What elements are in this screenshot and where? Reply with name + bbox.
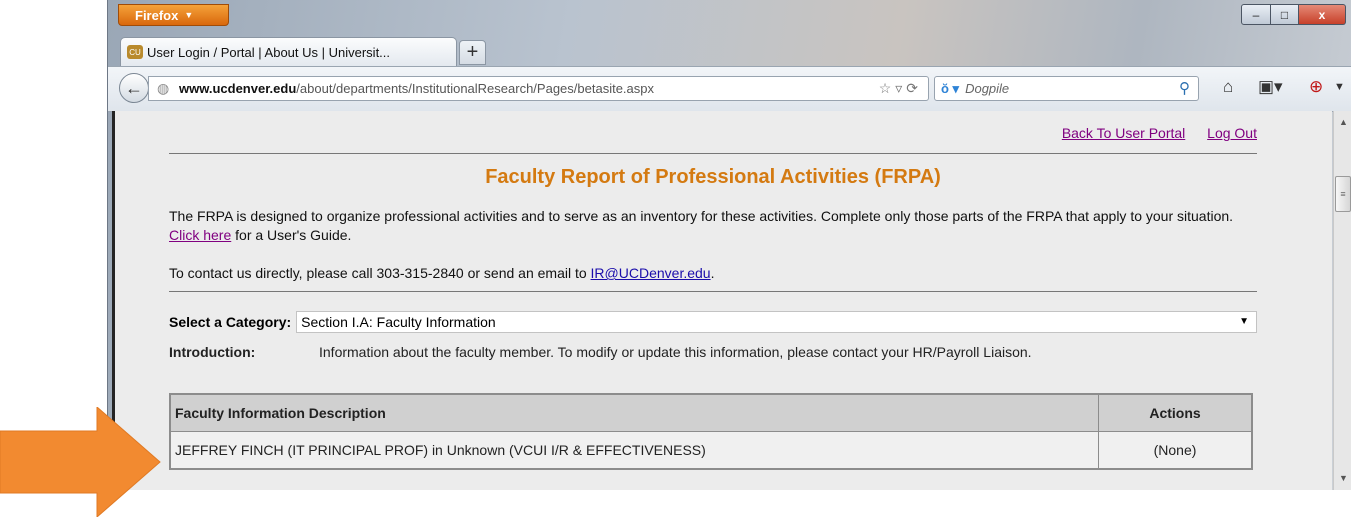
contact-suffix: . [710,265,715,281]
search-bar[interactable]: ŏ ▾ Dogpile ⚲ [934,76,1199,101]
category-row: Select a Category: Section I.A: Faculty … [169,311,1257,333]
introduction-row: Introduction: Information about the facu… [169,344,1032,360]
tab-title: User Login / Portal | About Us | Univers… [147,44,391,60]
minimize-button[interactable]: – [1241,4,1271,25]
scroll-up-icon[interactable]: ▲ [1339,117,1348,127]
column-header: Faculty Information Description [169,393,1099,432]
globe-icon: ◍ [157,80,170,96]
chevron-down-icon: ▼ [184,10,194,20]
back-to-portal-link[interactable]: Back To User Portal [1062,125,1185,141]
new-tab-button[interactable]: + [459,40,486,65]
orange-arrow-icon [0,407,161,517]
back-button[interactable]: ← [119,73,149,103]
category-select[interactable]: Section I.A: Faculty Information ▼ [296,311,1257,333]
navigation-toolbar: ← ◍ www.ucdenver.edu/about/departments/I… [108,66,1351,112]
favicon-icon: CU [127,45,143,59]
window-controls: – □ x [1241,4,1346,25]
chevron-down-icon: ▼ [1239,316,1249,327]
page-title: Faculty Report of Professional Activitie… [485,166,941,188]
table-cell: (None) [1098,431,1253,470]
faculty-info-table: Faculty Information Description Actions … [169,393,1253,470]
url-path: /about/departments/InstitutionalResearch… [296,81,654,96]
back-arrow-icon: ← [125,77,143,98]
browser-window: Firefox ▼ – □ x CU User Login / Portal |… [107,0,1351,490]
users-guide-link[interactable]: Click here [169,227,231,243]
firefox-menu-button[interactable]: Firefox ▼ [118,4,229,26]
address-bar[interactable]: ◍ www.ucdenver.edu/about/departments/Ins… [148,76,929,101]
intro-text: The FRPA is designed to organize profess… [169,208,1234,224]
chevron-down-icon[interactable]: ▼ [1334,81,1345,93]
page-content: Back To User Portal Log Out Faculty Repo… [112,111,1332,490]
divider [169,153,1257,154]
introduction-text: Information about the faculty member. To… [319,344,1032,360]
search-icon[interactable]: ⚲ [1179,79,1190,97]
category-select-value: Section I.A: Faculty Information [301,314,496,330]
table-cell: JEFFREY FINCH (IT PRINCIPAL PROF) in Unk… [169,431,1099,470]
table-header-row: Faculty Information Description Actions [169,393,1253,432]
scroll-down-icon[interactable]: ▼ [1339,473,1348,483]
maximize-button[interactable]: □ [1271,4,1299,25]
addon-icon[interactable]: ⊕ [1309,77,1323,97]
tab-active[interactable]: CU User Login / Portal | About Us | Univ… [120,37,457,66]
introduction-label: Introduction: [169,344,256,360]
contact-text: To contact us directly, please call 303-… [169,265,591,281]
category-label: Select a Category: [169,314,292,330]
log-out-link[interactable]: Log Out [1207,125,1257,141]
contact-email-link[interactable]: IR@UCDenver.edu [591,265,711,281]
url-host: www.ucdenver.edu [179,81,297,96]
divider [169,291,1257,292]
bookmark-star-icon[interactable]: ☆▿⟳ [879,80,922,97]
firefox-menu-label: Firefox [135,7,179,23]
bookmarks-menu-icon[interactable]: ▣▾ [1258,77,1283,97]
home-icon[interactable]: ⌂ [1223,77,1233,97]
top-links: Back To User Portal Log Out [1044,125,1257,141]
users-guide-suffix: for a User's Guide. [231,227,352,243]
scroll-thumb[interactable]: ≡ [1335,176,1351,212]
search-engine-icon[interactable]: ŏ ▾ [941,81,959,97]
column-header: Actions [1098,393,1253,432]
search-engine-name: Dogpile [965,81,1010,96]
table-row: JEFFREY FINCH (IT PRINCIPAL PROF) in Unk… [169,431,1253,470]
vertical-scrollbar[interactable]: ▲ ≡ ▼ [1333,111,1351,490]
close-button[interactable]: x [1299,4,1346,25]
contact-paragraph: To contact us directly, please call 303-… [169,265,714,281]
intro-paragraph: The FRPA is designed to organize profess… [169,207,1257,245]
